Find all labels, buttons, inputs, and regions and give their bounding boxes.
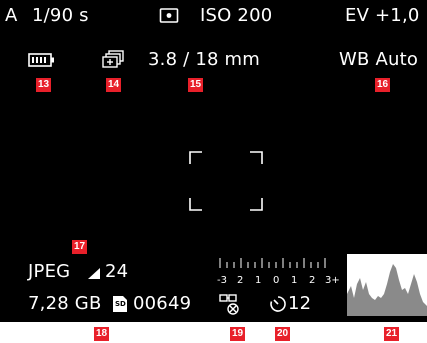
storage-capacity: 7,28 GB [28, 293, 102, 314]
callout-16: 16 [375, 78, 390, 92]
exposure-scale-labels: -3 2 1 0 1 2 3+ [217, 276, 349, 288]
callout-13: 13 [36, 78, 51, 92]
callout-17: 17 [72, 240, 87, 254]
histogram [347, 254, 427, 316]
scale-label: 1 [255, 275, 262, 286]
remaining-shots: 00649 [133, 293, 192, 314]
resolution-value: 24 [105, 261, 129, 282]
exposure-compensation: EV +1,0 [345, 5, 420, 26]
shutter-speed: 1/90 s [32, 5, 89, 26]
battery-icon [28, 52, 56, 72]
callout-18: 18 [94, 327, 109, 341]
scale-label: 2 [237, 275, 244, 286]
scale-label: 2 [309, 275, 316, 286]
self-timer-icon [269, 295, 287, 317]
exposure-mode: A [5, 5, 18, 26]
iso-value: ISO 200 [200, 5, 273, 26]
scale-label: 0 [273, 275, 280, 286]
resolution-icon [87, 265, 101, 284]
callout-15: 15 [188, 78, 203, 92]
callout-14: 14 [106, 78, 121, 92]
camera-display: A 1/90 s ISO 200 EV +1,0 3.8 / 18 mm WB … [0, 0, 427, 322]
callout-21: 21 [384, 327, 399, 341]
lens-info: 3.8 / 18 mm [148, 49, 261, 70]
callout-20: 20 [275, 327, 290, 341]
scale-label: -3 [217, 275, 227, 286]
af-frame [189, 151, 263, 211]
flash-off-icon [219, 293, 245, 321]
file-format: JPEG [28, 261, 71, 282]
scale-label: 1 [291, 275, 298, 286]
white-balance: WB Auto [339, 49, 419, 70]
callout-19: 19 [230, 327, 245, 341]
spot-metering-icon [159, 7, 179, 29]
scale-label: 3+ [325, 275, 340, 286]
continuous-shooting-icon [101, 50, 125, 74]
exposure-scale-ticks [219, 258, 326, 268]
self-timer-value: 12 [288, 293, 312, 314]
histogram-graph [347, 264, 427, 316]
sd-card-icon: SD [112, 295, 128, 317]
sd-card-label: SD [115, 300, 126, 308]
